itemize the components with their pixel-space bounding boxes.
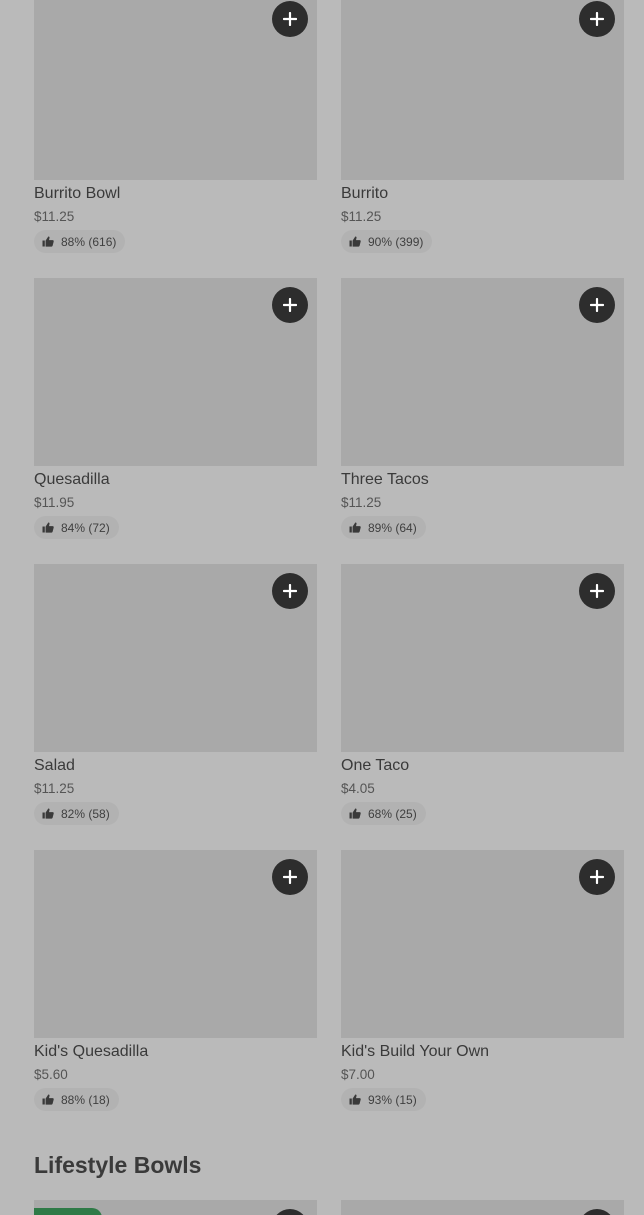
menu-item-image[interactable] bbox=[341, 564, 624, 752]
add-to-cart-button[interactable] bbox=[579, 1209, 615, 1215]
menu-item-name: Kid's Build Your Own bbox=[341, 1043, 490, 1060]
rating-text: 89% (64) bbox=[368, 520, 417, 535]
plus-icon bbox=[590, 584, 604, 598]
menu-item-card[interactable] bbox=[341, 1200, 624, 1215]
menu-item-card[interactable]: Three Tacos $11.25 89% (64) bbox=[341, 278, 624, 564]
menu-item-card[interactable]: Burrito Bowl $11.25 88% (616) bbox=[34, 0, 317, 278]
plus-icon bbox=[283, 870, 297, 884]
plus-icon bbox=[590, 12, 604, 26]
menu-item-name: Three Tacos bbox=[341, 471, 429, 488]
thumbs-up-icon bbox=[42, 808, 54, 819]
rating-badge: 90% (399) bbox=[341, 230, 433, 253]
plus-icon bbox=[283, 298, 297, 312]
rating-badge: 88% (616) bbox=[34, 230, 126, 253]
menu-item-card[interactable]: Burrito $11.25 90% (399) bbox=[341, 0, 624, 278]
rating-text: 68% (25) bbox=[368, 806, 417, 821]
thumbs-up-icon bbox=[42, 1094, 54, 1105]
menu-item-name: Kid's Quesadilla bbox=[34, 1043, 149, 1060]
menu-item-price: $5.60 bbox=[34, 1067, 68, 1082]
menu-item-card[interactable]: Salad $11.25 82% (58) bbox=[34, 564, 317, 850]
add-to-cart-button[interactable] bbox=[579, 859, 615, 895]
menu-item-price: $11.25 bbox=[341, 209, 382, 224]
plus-icon bbox=[283, 584, 297, 598]
menu-item-image[interactable] bbox=[34, 0, 317, 180]
plus-icon bbox=[590, 870, 604, 884]
rating-text: 88% (616) bbox=[61, 234, 117, 249]
thumbs-up-icon bbox=[349, 522, 361, 533]
thumbs-up-icon bbox=[42, 236, 54, 247]
menu-item-grid: Burrito Bowl $11.25 88% (616) Burrito $1… bbox=[34, 0, 624, 1136]
menu-item-card[interactable]: One Taco $4.05 68% (25) bbox=[341, 564, 624, 850]
add-to-cart-button[interactable] bbox=[272, 1, 308, 37]
add-to-cart-button[interactable] bbox=[272, 287, 308, 323]
menu-item-image[interactable] bbox=[34, 564, 317, 752]
rating-badge: 89% (64) bbox=[341, 516, 426, 539]
rating-badge: 88% (18) bbox=[34, 1088, 119, 1111]
menu-item-price: $11.25 bbox=[341, 495, 382, 510]
rating-badge: 68% (25) bbox=[341, 802, 426, 825]
menu-item-card[interactable]: Kid's Quesadilla $5.60 88% (18) bbox=[34, 850, 317, 1136]
plus-icon bbox=[283, 12, 297, 26]
rating-text: 90% (399) bbox=[368, 234, 424, 249]
menu-item-price: $4.05 bbox=[341, 781, 375, 796]
rating-badge: 82% (58) bbox=[34, 802, 119, 825]
add-to-cart-button[interactable] bbox=[272, 1209, 308, 1215]
menu-item-card[interactable]: Quesadilla $11.95 84% (72) bbox=[34, 278, 317, 564]
add-to-cart-button[interactable] bbox=[579, 573, 615, 609]
menu-item-image[interactable] bbox=[341, 278, 624, 466]
menu-item-name: Burrito bbox=[341, 185, 389, 202]
section-title: Lifestyle Bowls bbox=[34, 1152, 202, 1178]
menu-item-card[interactable]: Kid's Build Your Own $7.00 93% (15) bbox=[341, 850, 624, 1136]
menu-item-price: $11.25 bbox=[34, 781, 75, 796]
lifestyle-bowls-row bbox=[34, 1200, 624, 1215]
menu-item-price: $7.00 bbox=[341, 1067, 375, 1082]
menu-item-name: Burrito Bowl bbox=[34, 185, 121, 202]
menu-item-image[interactable] bbox=[34, 278, 317, 466]
menu-item-name: One Taco bbox=[341, 757, 410, 774]
rating-text: 84% (72) bbox=[61, 520, 110, 535]
menu-item-name: Quesadilla bbox=[34, 471, 110, 488]
rating-badge: 93% (15) bbox=[341, 1088, 426, 1111]
rating-badge: 84% (72) bbox=[34, 516, 119, 539]
rating-text: 88% (18) bbox=[61, 1092, 110, 1107]
menu-item-image[interactable] bbox=[341, 0, 624, 180]
plus-icon bbox=[590, 298, 604, 312]
add-to-cart-button[interactable] bbox=[272, 573, 308, 609]
menu-item-card[interactable] bbox=[34, 1200, 317, 1215]
thumbs-up-icon bbox=[42, 522, 54, 533]
rating-text: 82% (58) bbox=[61, 806, 110, 821]
menu-item-price: $11.95 bbox=[34, 495, 75, 510]
rating-text: 93% (15) bbox=[368, 1092, 417, 1107]
menu-item-image[interactable] bbox=[34, 850, 317, 1038]
menu-item-name: Salad bbox=[34, 757, 75, 774]
thumbs-up-icon bbox=[349, 236, 361, 247]
menu-item-image[interactable] bbox=[341, 850, 624, 1038]
add-to-cart-button[interactable] bbox=[579, 1, 615, 37]
add-to-cart-button[interactable] bbox=[272, 859, 308, 895]
menu-item-price: $11.25 bbox=[34, 209, 75, 224]
add-to-cart-button[interactable] bbox=[579, 287, 615, 323]
thumbs-up-icon bbox=[349, 808, 361, 819]
item-badge bbox=[34, 1208, 102, 1215]
thumbs-up-icon bbox=[349, 1094, 361, 1105]
